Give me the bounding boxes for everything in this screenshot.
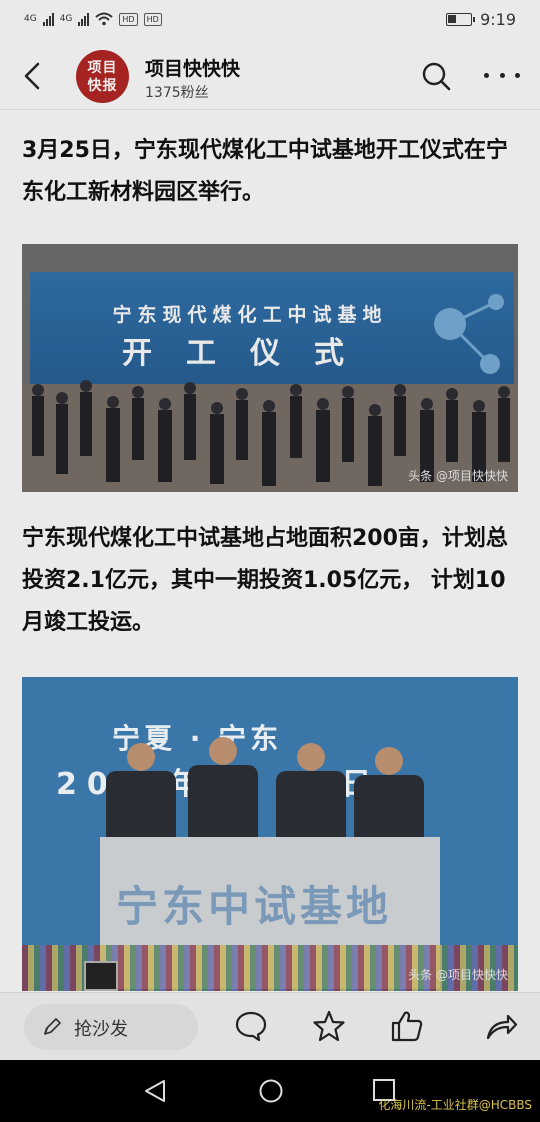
star-icon[interactable] xyxy=(312,1009,346,1043)
gift-box xyxy=(84,961,118,991)
hd-badge-2: HD xyxy=(143,12,162,26)
status-right: 9:19 xyxy=(446,10,516,29)
battery-icon xyxy=(446,13,476,26)
comment-icon[interactable] xyxy=(234,1009,268,1043)
account-name[interactable]: 项目快快快 xyxy=(145,54,240,81)
more-menu-icon[interactable] xyxy=(484,70,520,80)
nav-home-icon[interactable] xyxy=(258,1078,284,1104)
bottom-action-bar: 抢沙发 xyxy=(0,992,540,1060)
article-paragraph-1: 3月25日，宁东现代煤化工中试基地开工仪式在宁东化工新材料园区举行。 xyxy=(22,138,508,205)
hd-badge-1: HD xyxy=(119,12,138,26)
source-watermark: 化海川流-工业社群@HCBBS xyxy=(378,1098,532,1112)
status-bar: 4G 4G HD HD 9:19 xyxy=(0,0,540,42)
article-screen: 4G 4G HD HD 9:19 项目 快报 项目快快快 1375粉丝 3月25… xyxy=(0,0,540,1060)
wifi-icon xyxy=(95,12,114,26)
system-navigation-bar: 化海川流-工业社群@HCBBS xyxy=(0,1060,540,1122)
pen-icon xyxy=(44,1018,61,1035)
photo-2-watermark: 头条 @项目快快快 xyxy=(408,968,508,982)
network-label-2: 4G xyxy=(59,14,73,24)
comment-input[interactable]: 抢沙发 xyxy=(24,1004,198,1050)
photo-1-watermark: 头条 @项目快快快 xyxy=(408,469,508,483)
signal-icon-2 xyxy=(78,12,90,26)
article-header: 项目 快报 项目快快快 1375粉丝 xyxy=(0,42,540,110)
thumbs-up-icon[interactable] xyxy=(390,1009,424,1043)
ceremony-photo[interactable]: 宁东现代煤化工中试基地 开工仪式 头条 @项目快快快 xyxy=(22,244,518,492)
share-icon[interactable] xyxy=(484,1009,518,1043)
podium-text: 宁东中试基地 xyxy=(116,882,393,931)
nav-back-icon[interactable] xyxy=(142,1078,168,1104)
ceremony-banner: 宁东现代煤化工中试基地 开工仪式 xyxy=(30,272,514,384)
avatar-line-1: 项目 xyxy=(87,59,118,76)
account-avatar[interactable]: 项目 快报 xyxy=(76,50,129,103)
battery-fill xyxy=(448,15,457,23)
avatar-line-2: 快报 xyxy=(87,77,118,94)
banner-title-line-2: 开工仪式 xyxy=(122,336,378,371)
comment-placeholder: 抢沙发 xyxy=(74,1019,128,1040)
launch-photo[interactable]: 宁夏 · 宁东 202 年 月 2 日 宁东中试基地 头条 @项目快快快 xyxy=(22,677,518,991)
clock: 9:19 xyxy=(480,10,516,29)
article-paragraph-2: 宁东现代煤化工中试基地占地面积200亩，计划总投资2.1亿元，其中一期投资1.0… xyxy=(22,526,508,635)
follower-count: 1375粉丝 xyxy=(145,85,209,101)
network-label-1: 4G xyxy=(24,14,37,24)
status-left: 4G 4G HD HD xyxy=(24,12,162,26)
banner-title-line-1: 宁东现代煤化工中试基地 xyxy=(112,304,388,326)
back-arrow-icon[interactable] xyxy=(18,58,48,94)
search-icon[interactable] xyxy=(420,60,452,92)
signal-icon xyxy=(42,12,54,26)
